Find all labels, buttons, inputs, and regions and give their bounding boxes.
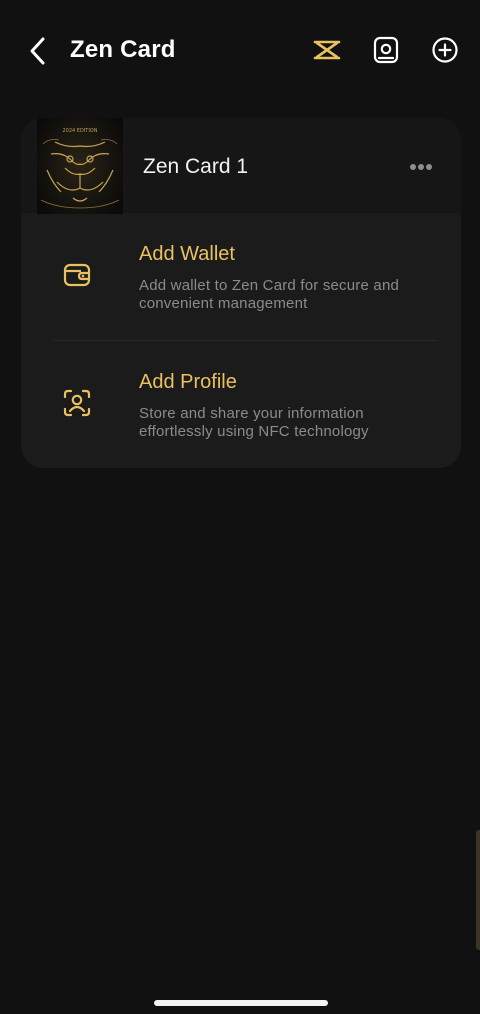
zen-card-screen: Zen Card 2024 EDITION Zen Card 1 Add Wal… bbox=[0, 0, 480, 1014]
profile-icon-wrap bbox=[61, 387, 93, 419]
wallet-icon bbox=[63, 263, 91, 287]
back-button[interactable] bbox=[22, 34, 52, 68]
add-circle-icon bbox=[432, 37, 458, 63]
card-header[interactable]: 2024 EDITION Zen Card 1 bbox=[21, 118, 461, 214]
add-profile-option[interactable]: Add Profile Store and share your informa… bbox=[21, 343, 461, 468]
add-wallet-option[interactable]: Add Wallet Add wallet to Zen Card for se… bbox=[21, 215, 461, 341]
more-dots-icon bbox=[410, 164, 432, 170]
profile-card-button[interactable] bbox=[370, 34, 402, 66]
back-chevron-icon bbox=[30, 37, 45, 65]
profile-card-icon bbox=[373, 36, 399, 64]
add-wallet-title: Add Wallet bbox=[139, 243, 235, 265]
add-profile-description: Store and share your information effortl… bbox=[139, 405, 369, 440]
side-edge-accent bbox=[476, 830, 480, 950]
card-panel: 2024 EDITION Zen Card 1 Add Wallet Add w… bbox=[21, 118, 461, 468]
zen-logo-icon bbox=[313, 40, 341, 60]
add-profile-title: Add Profile bbox=[139, 371, 237, 393]
profile-scan-icon bbox=[63, 389, 91, 417]
add-button[interactable] bbox=[429, 34, 461, 66]
card-edition-label: 2024 EDITION bbox=[62, 128, 97, 134]
card-name: Zen Card 1 bbox=[143, 155, 249, 178]
more-options-button[interactable] bbox=[405, 154, 437, 180]
dragon-artwork-icon: 2024 EDITION bbox=[37, 118, 123, 214]
zen-logo-button[interactable] bbox=[311, 34, 343, 66]
wallet-icon-wrap bbox=[61, 259, 93, 291]
card-thumbnail[interactable]: 2024 EDITION bbox=[37, 118, 123, 214]
header-bar: Zen Card bbox=[0, 20, 480, 80]
page-title: Zen Card bbox=[70, 36, 176, 63]
option-divider bbox=[53, 340, 437, 341]
add-wallet-description: Add wallet to Zen Card for secure and co… bbox=[139, 277, 400, 312]
home-indicator[interactable] bbox=[154, 1000, 328, 1006]
